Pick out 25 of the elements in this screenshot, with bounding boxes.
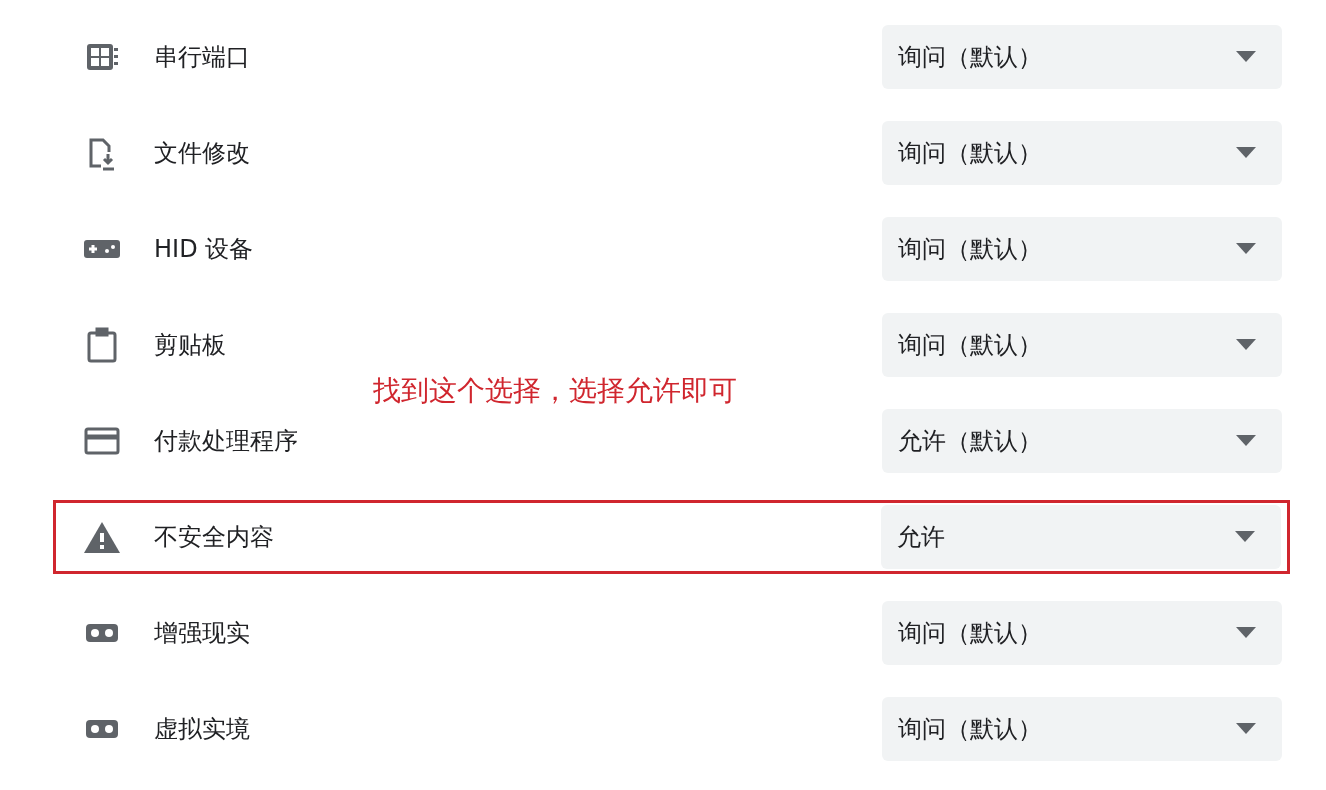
permission-label: 文件修改 (154, 138, 251, 169)
annotation-text: 找到这个选择，选择允许即可 (373, 373, 737, 409)
permission-select[interactable]: 询问（默认） (882, 121, 1282, 185)
permission-label: 付款处理程序 (154, 426, 299, 457)
caret-icon (1235, 531, 1255, 543)
permission-select[interactable]: 允许（默认） (882, 409, 1282, 473)
permission-label: 虚拟实境 (154, 714, 251, 745)
caret-icon (1236, 435, 1256, 447)
caret-icon (1236, 147, 1256, 159)
permission-select[interactable]: 询问（默认） (882, 313, 1282, 377)
permission-label: 增强现实 (154, 618, 251, 649)
caret-icon (1236, 51, 1256, 63)
permission-select[interactable]: 询问（默认） (882, 25, 1282, 89)
permission-select[interactable]: 允许 (881, 505, 1281, 569)
permission-label: 剪贴板 (154, 330, 227, 361)
permission-select[interactable]: 询问（默认） (882, 217, 1282, 281)
permission-label: HID 设备 (154, 234, 255, 265)
permission-select[interactable]: 询问（默认） (882, 697, 1282, 761)
permission-select[interactable]: 询问（默认） (882, 601, 1282, 665)
permission-label: 串行端口 (154, 42, 251, 73)
caret-icon (1236, 723, 1256, 735)
caret-icon (1236, 339, 1256, 351)
permission-label: 不安全内容 (154, 522, 275, 553)
caret-icon (1236, 627, 1256, 639)
caret-icon (1236, 243, 1256, 255)
